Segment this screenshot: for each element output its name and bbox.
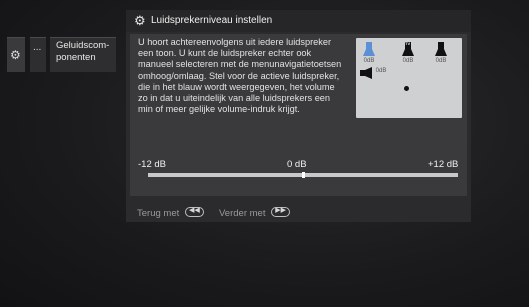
tv-screen: ⚙ ... Geluidscom-ponenten ⚙ Luidsprekern… <box>0 0 529 307</box>
back-hint: Terug met ◀◀ <box>137 207 204 219</box>
menu-settings-item[interactable]: ⚙ <box>7 37 25 72</box>
speaker-icon <box>435 42 447 56</box>
instruction-text: U hoort achtereenvolgens uit iedere luid… <box>138 37 342 115</box>
forward-button-icon: ▶▶ <box>271 207 291 218</box>
menu-more-item[interactable]: ... <box>30 37 46 72</box>
dialog-panel: U hoort achtereenvolgens uit iedere luid… <box>130 34 467 196</box>
more-dots-label: ... <box>33 42 42 53</box>
side-speaker-icon <box>360 67 372 79</box>
slider-min-label: -12 dB <box>138 159 166 170</box>
speaker-level-label: 0dB <box>375 68 387 74</box>
volume-slider[interactable] <box>148 172 458 178</box>
speaker-level-dialog: ⚙ Luidsprekerniveau instellen U hoort ac… <box>126 10 471 222</box>
rewind-button-icon: ◀◀ <box>184 207 204 218</box>
speaker-level-label: 0dB <box>435 58 447 64</box>
speaker-level-label: 0dB <box>402 58 414 64</box>
dialog-title: Luidsprekerniveau instellen <box>151 15 273 26</box>
sound-components-label: Geluidscom-ponenten <box>56 40 110 63</box>
speaker-layout-diagram: 0dB TV 0dB 0dB 0dB <box>356 38 462 118</box>
next-hint: Verder met ▶▶ <box>219 207 291 219</box>
slider-mid-label: 0 dB <box>287 159 307 170</box>
front-right-speaker[interactable]: 0dB <box>435 42 447 64</box>
speaker-level-label: 0dB <box>363 58 375 64</box>
listener-position-icon <box>404 86 409 91</box>
next-label: Verder met <box>219 208 266 219</box>
tv-tag: TV <box>405 41 411 46</box>
dialog-header: ⚙ Luidsprekerniveau instellen <box>126 10 471 32</box>
gears-icon: ⚙ <box>134 13 146 28</box>
side-left-speaker[interactable]: 0dB <box>360 66 386 84</box>
slider-max-label: +12 dB <box>428 159 459 170</box>
center-speaker[interactable]: TV 0dB <box>402 41 414 64</box>
front-left-speaker[interactable]: 0dB <box>363 42 375 64</box>
back-label: Terug met <box>137 208 180 219</box>
menu-item-sound-components[interactable]: Geluidscom-ponenten <box>50 37 116 72</box>
slider-thumb[interactable] <box>302 172 305 178</box>
gear-icon: ⚙ <box>10 48 21 62</box>
speaker-icon <box>363 42 375 56</box>
